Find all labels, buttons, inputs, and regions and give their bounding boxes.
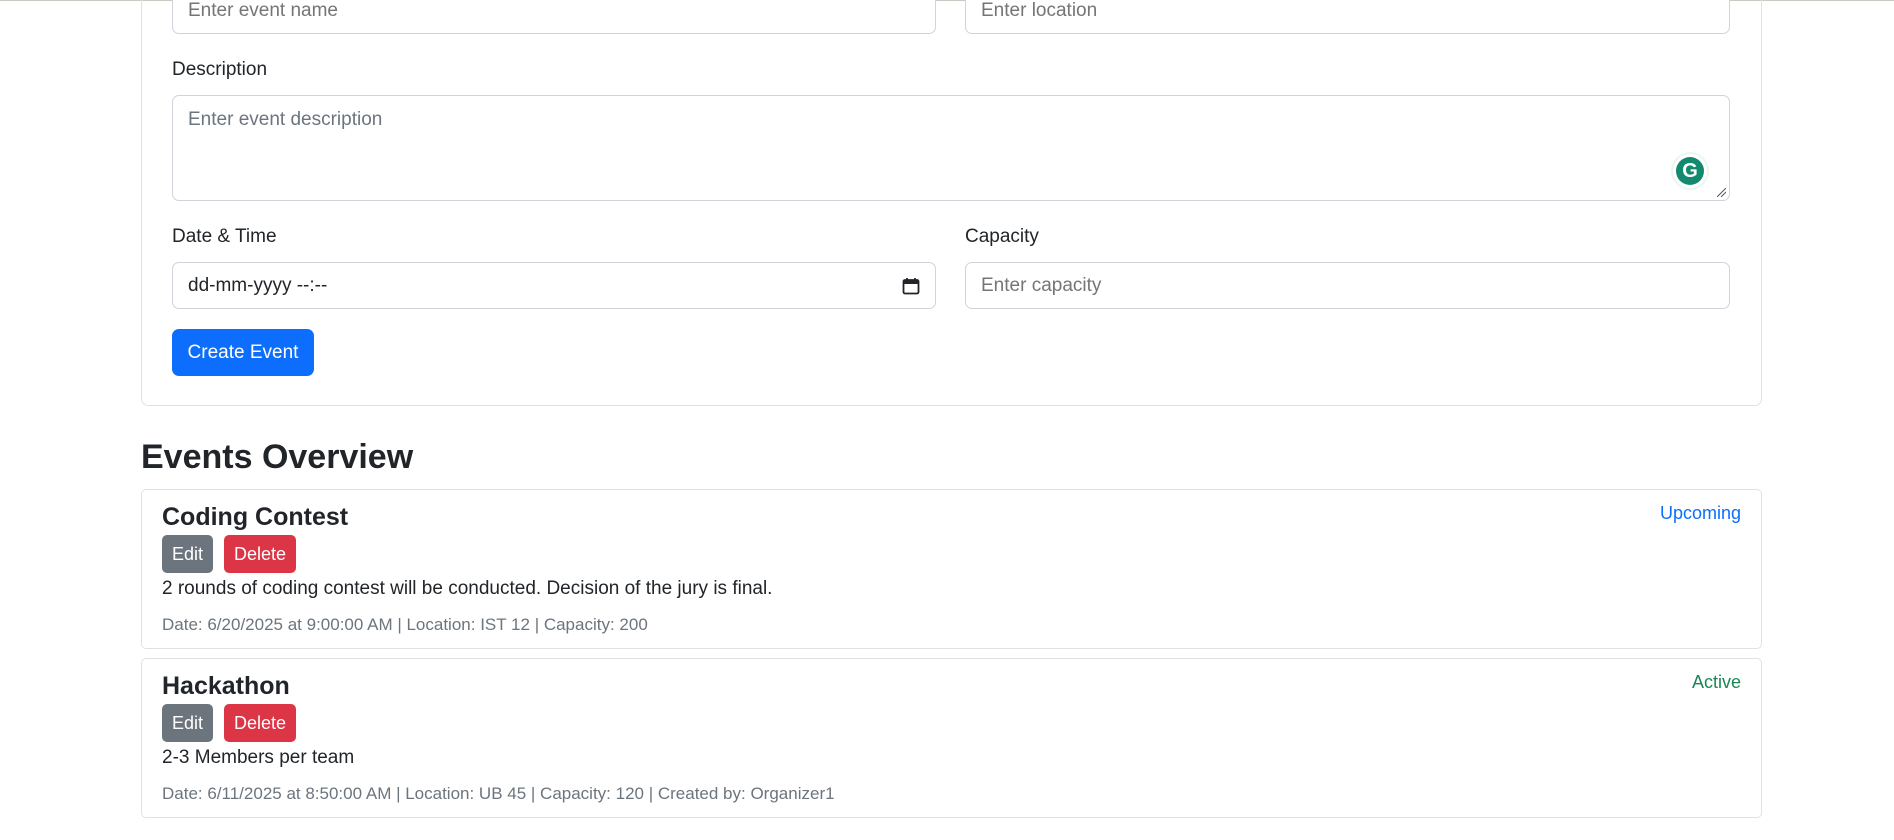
calendar-icon[interactable] bbox=[902, 277, 920, 295]
grammarly-badge: G bbox=[1676, 157, 1704, 185]
datetime-label: Date & Time bbox=[172, 226, 277, 247]
description-label: Description bbox=[172, 59, 268, 80]
grammarly-icon[interactable]: G bbox=[1673, 154, 1707, 188]
edit-event-button[interactable]: Edit bbox=[162, 704, 213, 742]
capacity-label: Capacity bbox=[965, 226, 1039, 247]
event-status-badge: Upcoming bbox=[1659, 503, 1741, 523]
description-textarea[interactable]: Enter event description bbox=[172, 95, 1730, 201]
create-event-button[interactable]: Create Event bbox=[172, 329, 314, 376]
delete-event-button[interactable]: Delete bbox=[224, 704, 296, 742]
event-description: 2-3 Members per team bbox=[162, 747, 355, 768]
resize-handle-icon[interactable] bbox=[1717, 188, 1726, 197]
create-event-form-card bbox=[141, 0, 1762, 406]
edit-event-button[interactable]: Edit bbox=[162, 535, 213, 573]
event-title: Coding Contest bbox=[162, 503, 349, 531]
event-status-badge: Active bbox=[1691, 672, 1741, 692]
datetime-input[interactable]: dd-mm-yyyy --:-- bbox=[172, 262, 936, 309]
event-meta: Date: 6/20/2025 at 9:00:00 AM | Location… bbox=[162, 615, 648, 634]
events-overview-title: Events Overview bbox=[141, 438, 414, 476]
event-meta: Date: 6/11/2025 at 8:50:00 AM | Location… bbox=[162, 784, 835, 803]
event-card: Coding Contest Upcoming Edit Delete 2 ro… bbox=[141, 489, 1762, 649]
delete-event-button[interactable]: Delete bbox=[224, 535, 296, 573]
event-name-input[interactable] bbox=[172, 0, 936, 34]
description-placeholder: Enter event description bbox=[188, 109, 383, 130]
event-card: Hackathon Active Edit Delete 2-3 Members… bbox=[141, 658, 1762, 818]
event-title: Hackathon bbox=[162, 672, 290, 700]
capacity-input[interactable] bbox=[965, 262, 1730, 309]
datetime-value: dd-mm-yyyy --:-- bbox=[188, 274, 328, 296]
event-location-input[interactable] bbox=[965, 0, 1730, 34]
event-description: 2 rounds of coding contest will be condu… bbox=[162, 578, 773, 599]
